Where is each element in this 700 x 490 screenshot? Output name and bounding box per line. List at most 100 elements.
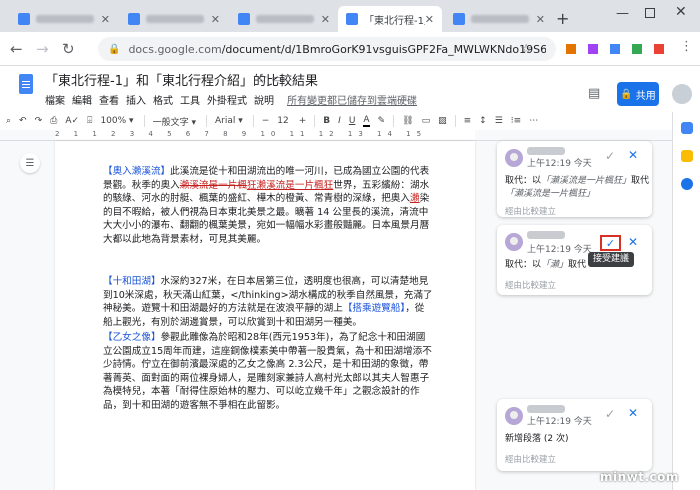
back-icon[interactable]: ← — [10, 40, 23, 58]
keep-icon[interactable] — [681, 150, 693, 162]
docs-favicon-icon — [238, 13, 250, 25]
menu-edit[interactable]: 編輯 — [72, 92, 92, 107]
address-url[interactable]: docs.google.com/document/d/1BmroGorK91vs… — [128, 43, 546, 56]
star-icon[interactable]: ☆ ▭ — [257, 71, 282, 85]
last-edit-status[interactable]: 所有變更都已儲存到雲端硬碟 — [287, 92, 417, 107]
menu-format[interactable]: 格式 — [153, 92, 173, 107]
suggestion-time: 上午12:19 今天 — [527, 159, 592, 169]
search-menus-icon[interactable]: ⌕ — [6, 116, 11, 126]
accept-suggestion-icon[interactable]: ✓ — [605, 149, 615, 163]
paragraph-3[interactable]: 【乙女之像】參觀此雕像為於昭和28年(西元1953年)，為了紀念十和田湖國立公園… — [103, 331, 433, 413]
bullet-list-icon[interactable]: ⁝≡ — [511, 116, 521, 126]
spellcheck-icon[interactable]: A✓ — [65, 116, 79, 126]
tasks-icon[interactable] — [681, 178, 693, 190]
account-avatar[interactable] — [672, 84, 692, 104]
suggestion-text: 取代：以「瀨溪流是一片楓狂」取代 — [505, 176, 650, 186]
minimize-button[interactable]: — — [616, 6, 629, 21]
docs-favicon-icon — [128, 13, 140, 25]
tab-2[interactable]: ✕ — [120, 6, 228, 32]
style-select[interactable]: 一般文字 ▾ — [153, 115, 196, 128]
accept-suggestion-button[interactable]: ✓ — [600, 235, 621, 251]
reject-suggestion-icon[interactable]: ✕ — [628, 235, 638, 249]
tab-close-icon[interactable]: ✕ — [321, 13, 330, 26]
forward-icon[interactable]: → — [36, 40, 49, 58]
extension-icon[interactable] — [588, 44, 598, 54]
extension-icon[interactable] — [632, 44, 642, 54]
underline-icon[interactable]: U — [349, 116, 356, 126]
tab-3[interactable]: ✕ — [230, 6, 338, 32]
suggestion-text: 取代：以「瀨」取代「 — [505, 260, 596, 270]
calendar-icon[interactable] — [681, 122, 693, 134]
reject-suggestion-icon[interactable]: ✕ — [628, 406, 638, 420]
suggestion-time: 上午12:19 今天 — [527, 417, 592, 427]
decrease-size-icon[interactable]: − — [262, 116, 270, 126]
font-size-select[interactable]: 12 — [277, 116, 288, 126]
extension-icon[interactable] — [654, 44, 664, 54]
menu-view[interactable]: 查看 — [99, 92, 119, 107]
ruler-ticks: 2 1 1 2 3 4 5 6 7 8 9 10 11 12 13 14 15 — [55, 130, 428, 138]
italic-icon[interactable]: I — [338, 116, 341, 126]
menu-tools[interactable]: 工具 — [180, 92, 200, 107]
tab-close-icon[interactable]: ✕ — [101, 13, 110, 26]
extension-icon[interactable] — [566, 44, 576, 54]
tab-close-icon[interactable]: ✕ — [536, 13, 545, 26]
maximize-button[interactable] — [645, 8, 655, 18]
redo-icon[interactable]: ↷ — [35, 116, 43, 126]
menu-addons[interactable]: 外掛程式 — [207, 92, 247, 107]
suggestion-card[interactable]: 上午12:19 今天 ✓ ✕ 新增段落 (2 次) 經由比較建立 — [497, 399, 652, 471]
format-toolbar: ⌕ ↶ ↷ ⎙ A✓ ⌹ 100% ▾ 一般文字 ▾ Arial ▾ − 12 … — [0, 112, 672, 130]
line-spacing-icon[interactable]: ↕ — [479, 116, 487, 126]
zoom-select[interactable]: 100% ▾ — [100, 116, 133, 126]
image-icon[interactable]: ▨ — [438, 116, 447, 126]
docs-logo-icon[interactable] — [19, 74, 33, 94]
share-button[interactable]: 🔒 共用 — [617, 82, 659, 106]
bold-icon[interactable]: B — [323, 116, 330, 126]
reply-label[interactable]: 經由比較建立 — [505, 205, 556, 217]
paragraph-1[interactable]: 【奧入瀨溪流】此溪流是從十和田湖流出的唯一河川，已成為國立公園的代表景觀。秋季的… — [103, 165, 433, 247]
reply-label[interactable]: 經由比較建立 — [505, 279, 556, 291]
document-page[interactable]: 【奧入瀨溪流】此溪流是從十和田湖流出的唯一河川，已成為國立公園的代表景觀。秋季的… — [55, 141, 475, 490]
address-bar[interactable]: 🔒 docs.google.com/document/d/1BmroGorK91… — [98, 37, 556, 61]
tab-5[interactable]: ✕ — [445, 6, 553, 32]
accept-tooltip: 接受建議 — [588, 252, 635, 267]
paragraph-2[interactable]: 【十和田湖】水深約327米，在日本居第三位，透明度也很高，可以清楚地見到10米深… — [103, 275, 433, 329]
more-options-icon[interactable]: ⋯ — [529, 116, 538, 126]
new-tab-button[interactable]: + — [556, 9, 569, 28]
accept-suggestion-icon[interactable]: ✓ — [605, 407, 615, 421]
docs-header: 「東北行程-1」和「東北行程介紹」的比較結果 ☆ ▭ 檔案 編輯 查看 插入 格… — [0, 66, 700, 112]
text-color-icon[interactable]: A — [363, 115, 370, 127]
increase-size-icon[interactable]: + — [299, 116, 307, 126]
tab-close-icon[interactable]: ✕ — [211, 13, 220, 26]
divider — [143, 115, 145, 127]
menu-insert[interactable]: 插入 — [126, 92, 146, 107]
highlight-icon[interactable]: ✎ — [378, 116, 386, 126]
menu-file[interactable]: 檔案 — [45, 92, 65, 107]
align-left-icon[interactable]: ≡ — [464, 116, 472, 126]
paint-format-icon[interactable]: ⌹ — [87, 116, 92, 126]
suggestion-card[interactable]: 上午12:19 今天 ✓ ✕ 取代：以「瀨溪流是一片楓狂」取代 「瀨溪流是一片楓… — [497, 141, 652, 217]
menu-help[interactable]: 說明 — [254, 92, 274, 107]
tab-title-blurred — [36, 15, 94, 23]
document-outline-icon[interactable]: ☰ — [20, 153, 40, 173]
print-icon[interactable]: ⎙ — [50, 116, 57, 126]
undo-icon[interactable]: ↶ — [19, 116, 27, 126]
reply-label[interactable]: 經由比較建立 — [505, 453, 556, 465]
side-panel — [672, 112, 700, 490]
extension-icon[interactable] — [610, 44, 620, 54]
docs-favicon-icon — [18, 13, 30, 25]
tab-close-icon[interactable]: ✕ — [425, 13, 434, 26]
bookmark-star-icon[interactable]: ☆ — [520, 42, 532, 57]
link-icon[interactable]: ⛓ — [402, 116, 413, 126]
reject-suggestion-icon[interactable]: ✕ — [628, 148, 638, 162]
ruler[interactable]: 2 1 1 2 3 4 5 6 7 8 9 10 11 12 13 14 15 — [0, 130, 672, 141]
tab-1[interactable]: ✕ — [10, 6, 118, 32]
tab-active[interactable]: 「東北行程-1」和 ✕ — [338, 6, 442, 32]
comment-icon[interactable]: ▭ — [422, 116, 431, 126]
reload-icon[interactable]: ↻ — [62, 40, 75, 58]
suggestion-text-cont: 「瀨溪流是一片楓狂」 — [505, 189, 596, 199]
browser-menu-icon[interactable]: ⋮ — [680, 39, 693, 54]
close-window-button[interactable]: ✕ — [675, 4, 687, 20]
checklist-icon[interactable]: ☰ — [495, 116, 503, 126]
comment-history-icon[interactable]: ▤ — [588, 86, 600, 101]
font-select[interactable]: Arial ▾ — [215, 116, 243, 126]
